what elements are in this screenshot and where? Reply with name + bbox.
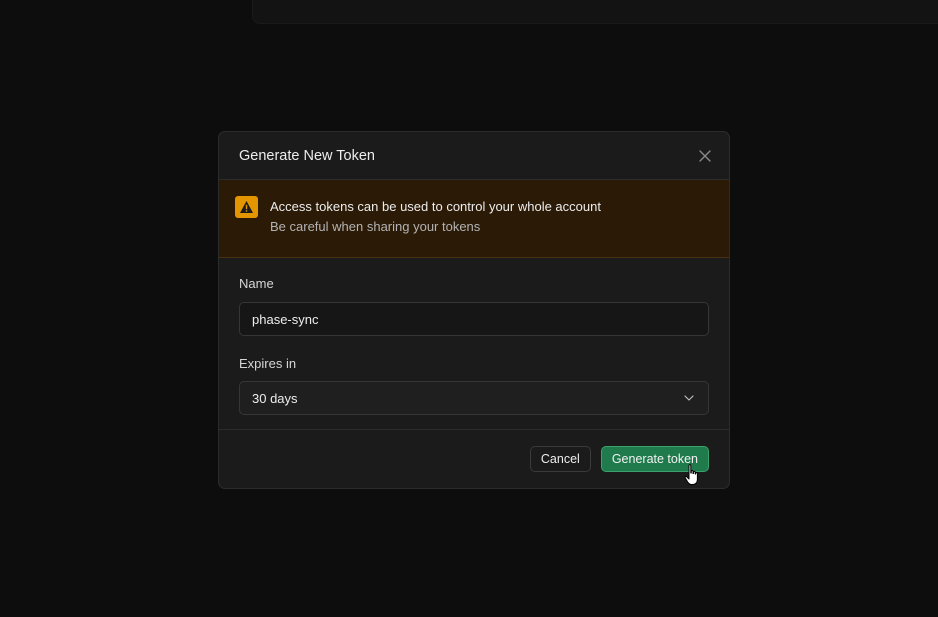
warning-banner: Access tokens can be used to control you… <box>219 180 729 258</box>
name-input[interactable]: phase-sync <box>239 302 709 336</box>
expires-select[interactable]: 30 days <box>239 381 709 415</box>
expires-label: Expires in <box>239 356 297 371</box>
dialog-header: Generate New Token <box>219 132 729 180</box>
hand-pointer-cursor <box>684 464 698 485</box>
token-form: Name phase-sync Expires in 30 days <box>219 258 729 430</box>
name-label: Name <box>239 276 274 291</box>
dialog-title: Generate New Token <box>239 147 375 164</box>
warning-title: Access tokens can be used to control you… <box>270 199 601 214</box>
generate-token-dialog: Generate New Token Access tokens can be … <box>218 131 730 489</box>
expires-select-value: 30 days <box>252 390 298 406</box>
close-button[interactable] <box>697 148 713 164</box>
warning-subtitle: Be careful when sharing your tokens <box>270 219 481 234</box>
warning-icon <box>235 196 258 218</box>
close-icon <box>699 149 711 162</box>
chevron-down-icon <box>684 395 694 401</box>
background-panel <box>252 0 938 24</box>
dialog-footer: Cancel Generate token <box>219 430 729 488</box>
name-input-value: phase-sync <box>252 311 319 327</box>
cancel-button[interactable]: Cancel <box>529 446 591 472</box>
warning-text: Access tokens can be used to control you… <box>270 196 601 257</box>
